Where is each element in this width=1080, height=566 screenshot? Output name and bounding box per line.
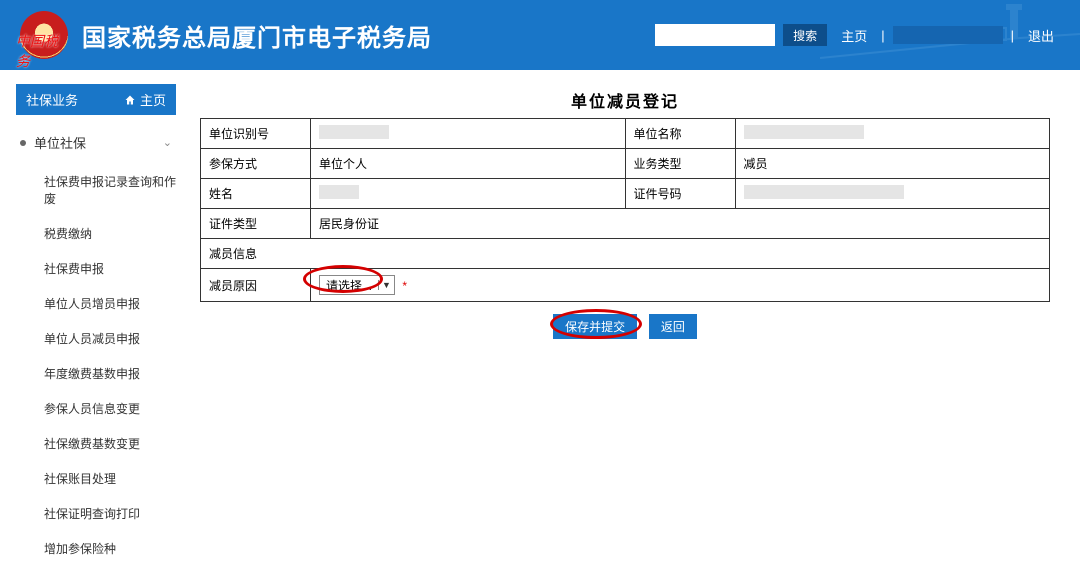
sidebar-item-0[interactable]: 社保费申报记录查询和作废 <box>16 164 190 216</box>
sidebar: 社保业务 主页 单位社保 ⌄ 社保费申报记录查询和作废 税费缴纳 社保费申报 单… <box>0 70 190 566</box>
sidebar-group-label: 单位社保 <box>34 133 86 152</box>
label-unit-name: 单位名称 <box>625 119 735 149</box>
sidebar-head-label: 社保业务 <box>26 90 78 109</box>
bullet-icon <box>20 140 26 146</box>
value-mode: 单位个人 <box>311 149 626 179</box>
reason-select[interactable]: 请选择... ▼ <box>319 275 395 295</box>
label-cert-no: 证件号码 <box>625 179 735 209</box>
logout-link[interactable]: 退出 <box>1028 26 1054 45</box>
search-input[interactable] <box>655 24 775 46</box>
label-name: 姓名 <box>201 179 311 209</box>
reason-select-value: 请选择... <box>320 277 378 294</box>
user-name-redacted <box>893 26 1003 44</box>
home-link[interactable]: 主页 <box>841 26 867 45</box>
label-biz-type: 业务类型 <box>625 149 735 179</box>
value-unit-name <box>735 119 1050 149</box>
label-reason: 减员原因 <box>201 269 311 302</box>
sidebar-item-8[interactable]: 社保账目处理 <box>16 461 190 496</box>
value-unit-id <box>311 119 626 149</box>
page-title: 单位减员登记 <box>200 88 1050 112</box>
chevron-down-icon: ▼ <box>378 280 394 290</box>
sidebar-item-9[interactable]: 社保证明查询打印 <box>16 496 190 531</box>
national-emblem-icon: 中国税务 <box>20 11 68 59</box>
label-unit-id: 单位识别号 <box>201 119 311 149</box>
app-title: 国家税务总局厦门市电子税务局 <box>82 18 432 53</box>
sidebar-item-6[interactable]: 参保人员信息变更 <box>16 391 190 426</box>
chevron-down-icon: ⌄ <box>163 136 172 149</box>
required-star-icon: * <box>402 279 407 293</box>
sidebar-item-7[interactable]: 社保缴费基数变更 <box>16 426 190 461</box>
label-cert-type: 证件类型 <box>201 209 311 239</box>
app-header: 中国税务 国家税务总局厦门市电子税务局 搜索 主页 | | 退出 <box>0 0 1080 70</box>
search-button[interactable]: 搜索 <box>783 24 827 46</box>
sidebar-item-3[interactable]: 单位人员增员申报 <box>16 286 190 321</box>
value-biz-type: 减员 <box>735 149 1050 179</box>
sidebar-group-unit-social[interactable]: 单位社保 ⌄ <box>16 127 190 158</box>
label-mode: 参保方式 <box>201 149 311 179</box>
sidebar-item-2[interactable]: 社保费申报 <box>16 251 190 286</box>
value-name <box>311 179 626 209</box>
value-cert-type: 居民身份证 <box>311 209 1050 239</box>
section-header-reduction: 减员信息 <box>201 239 1050 269</box>
save-submit-button[interactable]: 保存并提交 <box>553 314 637 339</box>
home-icon <box>124 94 136 106</box>
sidebar-item-10[interactable]: 增加参保险种 <box>16 531 190 566</box>
form-table: 单位识别号 单位名称 参保方式 单位个人 业务类型 减员 姓名 证件号码 证件类… <box>200 118 1050 302</box>
main-content: 单位减员登记 单位识别号 单位名称 参保方式 单位个人 业务类型 减员 姓名 证… <box>190 70 1080 566</box>
sidebar-home-link[interactable]: 主页 <box>124 90 166 109</box>
back-button[interactable]: 返回 <box>649 314 697 339</box>
sidebar-header[interactable]: 社保业务 主页 <box>16 84 176 115</box>
sidebar-item-4[interactable]: 单位人员减员申报 <box>16 321 190 356</box>
sidebar-item-5[interactable]: 年度缴费基数申报 <box>16 356 190 391</box>
sidebar-item-1[interactable]: 税费缴纳 <box>16 216 190 251</box>
value-cert-no <box>735 179 1050 209</box>
